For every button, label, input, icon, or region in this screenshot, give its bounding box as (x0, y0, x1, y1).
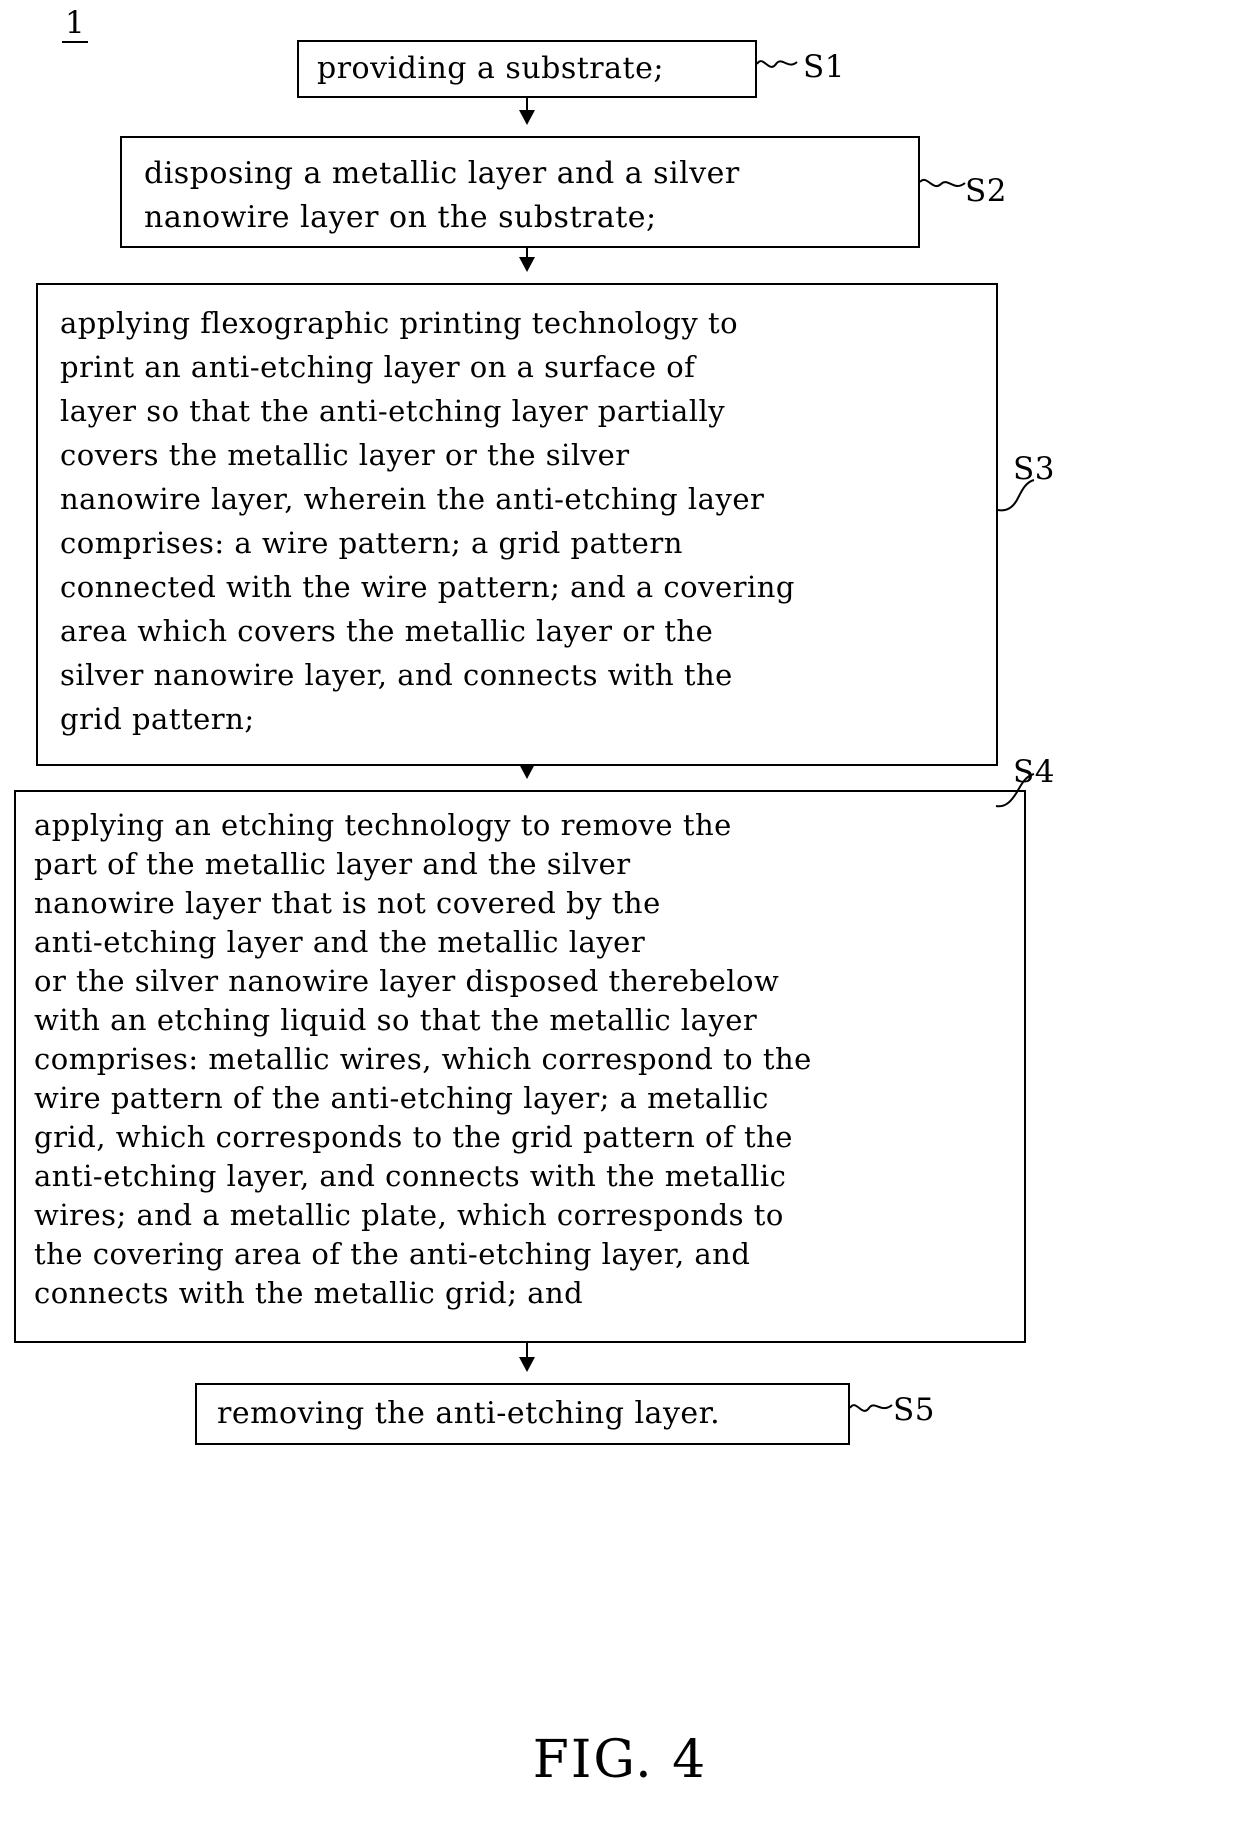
step-box-s2-text: disposing a metallic layer and a silver … (144, 156, 740, 235)
step-box-s2: disposing a metallic layer and a silver … (120, 136, 920, 248)
step-box-s1-text: providing a substrate; (317, 51, 664, 86)
step-label-s3: S3 (1013, 451, 1055, 487)
step-label-s4: S4 (1013, 754, 1055, 790)
step-label-s2: S2 (965, 173, 1007, 209)
figure-reference-numeral: 1 (62, 8, 88, 43)
figure-caption: FIG. 4 (532, 1730, 708, 1790)
connector-arrow-s3-s4 (519, 764, 535, 779)
connector-arrow-s4-s5 (519, 1343, 535, 1372)
step-box-s5-text: removing the anti-etching layer. (217, 1396, 721, 1431)
connector-arrow-s1-s2 (519, 98, 535, 125)
step-label-s1: S1 (803, 49, 845, 85)
connector-arrow-s2-s3 (519, 248, 535, 272)
step-box-s5: removing the anti-etching layer. (195, 1383, 850, 1445)
patent-flowchart: 1 providing a substrate; S1 disposing a … (0, 0, 1240, 1824)
step-label-s5: S5 (893, 1392, 935, 1428)
step-box-s3-text: applying flexographic printing technolog… (60, 306, 795, 736)
step-box-s3: applying flexographic printing technolog… (36, 283, 998, 766)
step-box-s1: providing a substrate; (297, 40, 757, 98)
step-box-s4-text: applying an etching technology to remove… (34, 808, 812, 1310)
step-box-s4: applying an etching technology to remove… (14, 790, 1026, 1343)
leader-line-s1 (756, 60, 798, 68)
